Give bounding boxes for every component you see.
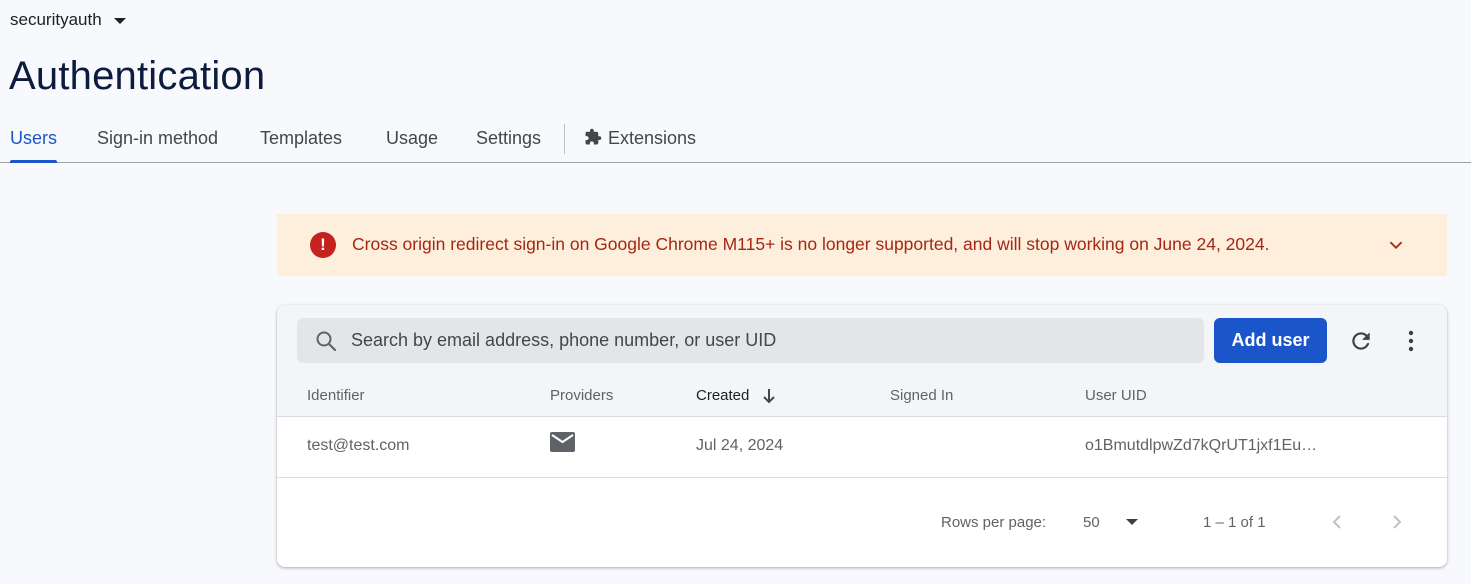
project-name: securityauth <box>10 10 102 29</box>
column-header-created[interactable]: Created <box>696 387 749 404</box>
next-page-icon[interactable] <box>1387 512 1407 532</box>
project-selector[interactable]: securityauth <box>10 10 126 30</box>
cell-created: Jul 24, 2024 <box>696 437 784 454</box>
page-title: Authentication <box>9 54 266 98</box>
cell-user-uid: o1BmutdlpwZd7kQrUT1jxf1Eu… <box>1085 437 1318 454</box>
tab-settings[interactable]: Settings <box>476 128 541 149</box>
table-toolbar: Add user Identifier Providers Created Si… <box>277 305 1447 417</box>
column-header-signed-in: Signed In <box>890 387 954 404</box>
tab-divider <box>564 124 565 154</box>
refresh-icon[interactable] <box>1348 328 1374 354</box>
tab-sign-in-method[interactable]: Sign-in method <box>97 128 218 149</box>
arrow-down-icon[interactable] <box>761 387 777 405</box>
puzzle-icon <box>585 128 602 145</box>
banner-message: Cross origin redirect sign-in on Google … <box>352 234 1270 254</box>
tab-extensions-label: Extensions <box>608 128 697 148</box>
column-header-identifier: Identifier <box>307 387 365 404</box>
pagination-range: 1 – 1 of 1 <box>1203 514 1266 531</box>
previous-page-icon[interactable] <box>1327 512 1347 532</box>
tab-bar: Users Sign-in method Templates Usage Set… <box>0 116 1471 163</box>
tab-templates[interactable]: Templates <box>260 128 342 149</box>
add-user-button[interactable]: Add user <box>1214 318 1327 363</box>
column-header-user-uid: User UID <box>1085 387 1147 404</box>
rows-per-page-label: Rows per page: <box>941 514 1047 531</box>
rows-per-page-select[interactable]: 50 <box>1083 514 1100 531</box>
cell-identifier: test@test.com <box>307 437 410 454</box>
dropdown-caret-icon <box>113 18 126 24</box>
tab-users[interactable]: Users <box>10 128 57 149</box>
warning-banner: ! Cross origin redirect sign-in on Googl… <box>277 214 1447 276</box>
users-card: Add user Identifier Providers Created Si… <box>277 305 1447 567</box>
search-box[interactable] <box>297 318 1204 363</box>
tab-extensions[interactable]: Extensions <box>584 128 696 149</box>
tab-usage[interactable]: Usage <box>386 128 438 149</box>
dropdown-caret-icon[interactable] <box>1126 519 1138 525</box>
table-row[interactable]: test@test.com Jul 24, 2024 o1BmutdlpwZd7… <box>277 417 1447 478</box>
mail-icon <box>550 432 575 452</box>
chevron-down-icon[interactable] <box>1385 234 1407 256</box>
active-tab-indicator <box>10 160 57 163</box>
error-icon: ! <box>310 232 336 258</box>
column-header-providers: Providers <box>550 387 614 404</box>
more-options-icon[interactable] <box>1402 328 1420 354</box>
search-icon <box>316 331 337 352</box>
search-input[interactable] <box>351 318 1191 363</box>
